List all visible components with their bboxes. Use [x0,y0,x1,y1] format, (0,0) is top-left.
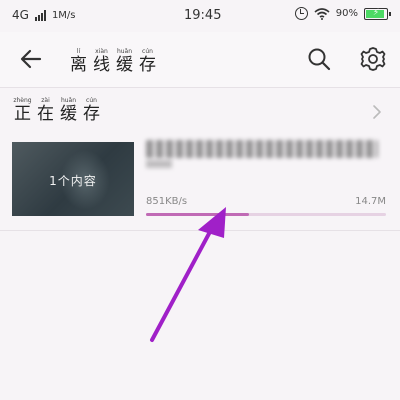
page-title-char: huǎn 缓 [114,48,135,75]
section-title-hanzi: 存 [83,104,100,124]
search-icon[interactable] [306,46,332,72]
section-title-hanzi: 正 [14,104,31,124]
page-title-char: cún 存 [137,48,158,75]
wifi-icon [314,7,330,20]
chevron-right-icon[interactable] [370,104,384,120]
section-title-char: cún 存 [81,97,102,124]
status-time: 19:45 [184,8,222,23]
page-title-char: lí 离 [68,48,89,75]
section-title-downloading: zhèng 正 zài 在 huǎn 缓 cún 存 [12,97,102,124]
download-progress-fill [146,213,250,216]
network-speed: 1M/s [51,9,76,21]
section-title-hanzi: 缓 [60,104,77,124]
download-speed: 851KB/s [146,196,188,207]
blurred-video-subtitle [146,160,172,168]
status-right: 90% ⚡ [294,7,391,20]
page-title: lí 离 xiàn 线 huǎn 缓 cún 存 [68,48,158,75]
page-title-hanzi: 离 [70,55,87,75]
signal-icon [34,9,46,21]
alarm-icon [294,7,308,20]
header: lí 离 xiàn 线 huǎn 缓 cún 存 [0,32,400,88]
status-bar: 4G 1M/s 19:45 90% ⚡ [0,0,400,32]
section-title-hanzi: 在 [37,104,54,124]
file-size: 14.7M [355,196,386,207]
battery-percent: 90% [335,8,358,19]
page-title-char: xiàn 线 [91,48,112,75]
blurred-video-title [146,140,378,158]
section-title-char: zhèng 正 [12,97,33,124]
back-arrow-icon[interactable] [18,46,44,72]
video-thumbnail[interactable]: 1个内容 [12,142,134,216]
section-title-char: huǎn 缓 [58,97,79,124]
page-title-hanzi: 存 [139,55,156,75]
download-progress-bar [146,213,386,216]
divider [0,230,400,231]
section-title-char: zài 在 [35,97,56,124]
gear-icon[interactable] [359,45,387,73]
page-title-hanzi: 缓 [116,55,133,75]
network-type: 4G [12,8,29,22]
page-title-hanzi: 线 [93,55,110,75]
status-left: 4G 1M/s [12,8,76,22]
thumbnail-label: 1个内容 [49,174,97,188]
battery-icon: ⚡ [364,7,391,20]
